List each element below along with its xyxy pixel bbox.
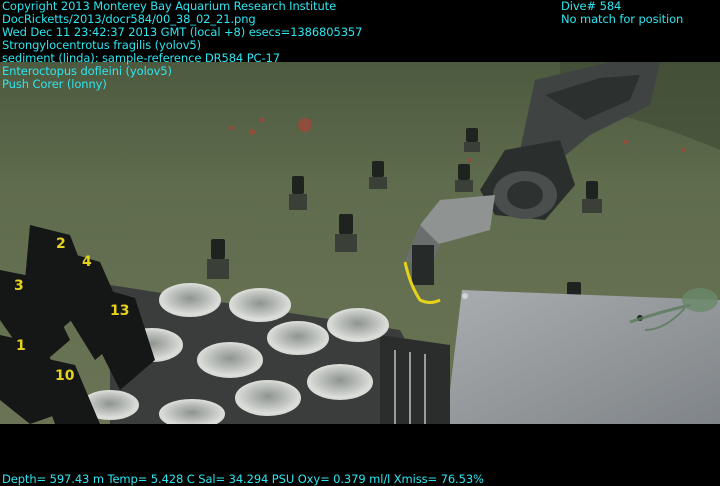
core-number-label: 13	[110, 303, 129, 319]
core-number-label: 1	[16, 338, 26, 354]
video-frame: 2 4 3 13 1 10 Copyright 2013 Monterey Ba…	[0, 0, 720, 486]
push-core-in-gripper	[412, 245, 434, 285]
annotation-line: Push Corer (lonny)	[2, 77, 107, 91]
header-metadata: Copyright 2013 Monterey Bay Aquarium Res…	[2, 0, 362, 91]
core-number-label: 4	[82, 254, 92, 270]
tray-panel	[446, 290, 720, 424]
core-number-label: 2	[56, 236, 66, 252]
position-status: No match for position	[561, 12, 684, 26]
core-number-label: 10	[55, 368, 75, 384]
telemetry-readout: Depth= 597.43 m Temp= 5.428 C Sal= 34.29…	[2, 472, 484, 486]
dive-info: Dive# 584 No match for position	[561, 0, 683, 26]
core-number-label: 3	[14, 278, 24, 294]
